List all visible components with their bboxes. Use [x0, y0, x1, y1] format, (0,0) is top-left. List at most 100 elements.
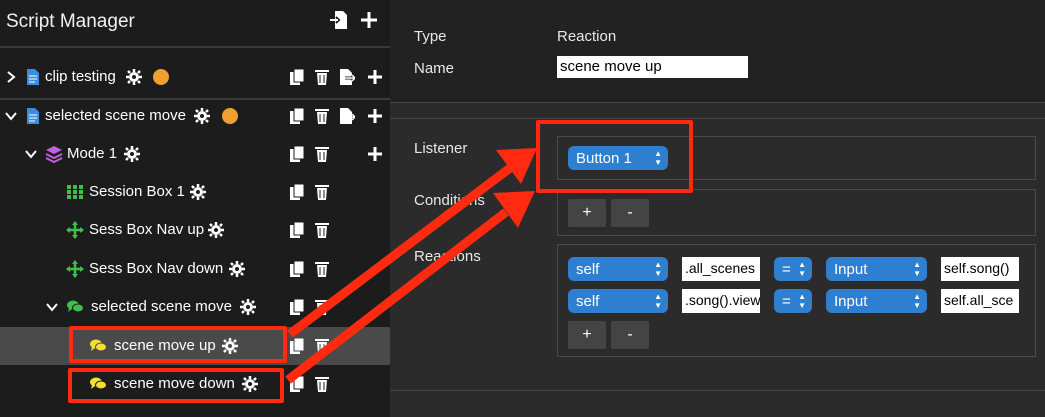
type-value: Reaction	[557, 28, 617, 45]
reaction-attr-input[interactable]: .all_scenes	[682, 257, 760, 281]
select-arrows-icon: ▲ ▼	[913, 260, 921, 278]
select-arrows-icon: ▲ ▼	[798, 292, 806, 310]
file-icon	[27, 108, 39, 124]
select-arrows-icon: ▲ ▼	[798, 260, 806, 278]
gear-icon[interactable]	[229, 261, 245, 277]
reaction-op-select[interactable]: = ▲ ▼	[774, 257, 812, 281]
gear-icon[interactable]	[126, 69, 142, 85]
tree-item-label: Session Box 1	[89, 183, 185, 200]
copy-icon[interactable]	[289, 107, 305, 125]
reaction-target-value: self	[576, 260, 600, 278]
file-icon	[27, 69, 39, 85]
tree-item-label: selected scene move	[45, 107, 186, 124]
chevron-down-icon[interactable]	[24, 147, 38, 161]
tree-item-selected-scene-move[interactable]: selected scene move	[0, 97, 390, 135]
trash-icon[interactable]	[314, 107, 330, 125]
layers-icon	[45, 146, 63, 163]
tree-item-label: clip testing	[45, 68, 116, 85]
trash-icon[interactable]	[314, 68, 330, 86]
sync-icon	[222, 108, 238, 124]
sync-icon	[153, 69, 169, 85]
tree-item-label: selected scene move	[91, 298, 232, 315]
editor-panel: Type Reaction Name scene move up Listene…	[390, 0, 1045, 417]
tree-item-sess-box-nav-down[interactable]: Sess Box Nav down	[0, 250, 390, 288]
add-icon[interactable]	[360, 10, 378, 30]
remove-reaction-button[interactable]: -	[611, 321, 649, 349]
trash-icon[interactable]	[314, 221, 330, 239]
export-icon[interactable]	[339, 107, 355, 125]
reaction-op-value: =	[782, 260, 791, 278]
reaction-target-select[interactable]: self ▲ ▼	[568, 289, 668, 313]
gear-icon[interactable]	[208, 222, 224, 238]
trash-icon[interactable]	[314, 298, 330, 316]
select-arrows-icon: ▲ ▼	[913, 292, 921, 310]
copy-icon[interactable]	[289, 298, 305, 316]
divider	[390, 102, 1045, 103]
annotation-box	[536, 120, 693, 193]
copy-icon[interactable]	[289, 260, 305, 278]
add-icon[interactable]	[367, 107, 383, 125]
add-icon[interactable]	[367, 68, 383, 86]
annotation-box	[68, 368, 284, 403]
tree-item-mode-1[interactable]: Mode 1	[0, 135, 390, 173]
chevron-down-icon[interactable]	[4, 109, 18, 123]
gear-icon[interactable]	[194, 108, 210, 124]
reaction-op-select[interactable]: = ▲ ▼	[774, 289, 812, 313]
reaction-target-value: self	[576, 292, 600, 310]
tree-item-label: Mode 1	[67, 145, 118, 162]
trash-icon[interactable]	[314, 183, 330, 201]
tree-item-selected-scene-move-group[interactable]: selected scene move	[0, 288, 390, 326]
name-label: Name	[414, 60, 455, 77]
reaction-source-value: Input	[834, 292, 868, 310]
panel-title: Script Manager	[6, 11, 135, 32]
name-input[interactable]: scene move up	[557, 56, 748, 78]
conditions-label: Conditions	[414, 192, 485, 209]
divider	[390, 390, 1045, 391]
reaction-value-input[interactable]: self.song()	[941, 257, 1019, 281]
remove-condition-button[interactable]: -	[611, 199, 649, 227]
copy-icon[interactable]	[289, 145, 305, 163]
reaction-attr-input[interactable]: .song().view	[682, 289, 760, 313]
divider	[390, 118, 1045, 119]
gear-icon[interactable]	[124, 146, 140, 162]
trash-icon[interactable]	[314, 337, 330, 355]
chevron-down-icon[interactable]	[45, 300, 59, 314]
reaction-source-select[interactable]: Input ▲ ▼	[826, 289, 927, 313]
tree-item-sess-box-nav-up[interactable]: Sess Box Nav up	[0, 211, 390, 249]
gear-icon[interactable]	[190, 184, 206, 200]
copy-icon[interactable]	[289, 337, 305, 355]
copy-icon[interactable]	[289, 375, 305, 393]
copy-icon[interactable]	[289, 68, 305, 86]
tree-item-session-box-1[interactable]: Session Box 1	[0, 173, 390, 211]
reaction-target-select[interactable]: self ▲ ▼	[568, 257, 668, 281]
divider	[0, 46, 390, 48]
add-icon[interactable]	[367, 145, 383, 163]
reaction-value-input[interactable]: self.all_sce	[941, 289, 1019, 313]
trash-icon[interactable]	[314, 375, 330, 393]
tree-item-label: Sess Box Nav down	[89, 260, 224, 277]
app-root: Script Manager clip testing selected sce…	[0, 0, 1045, 417]
copy-icon[interactable]	[289, 221, 305, 239]
export-icon[interactable]	[339, 68, 355, 86]
trash-icon[interactable]	[314, 145, 330, 163]
reaction-op-value: =	[782, 292, 791, 310]
gear-icon[interactable]	[240, 299, 256, 315]
reaction-source-select[interactable]: Input ▲ ▼	[826, 257, 927, 281]
reactions-label: Reactions	[414, 248, 481, 265]
type-label: Type	[414, 28, 447, 45]
tree-item-clip-testing[interactable]: clip testing	[0, 58, 390, 96]
reaction-source-value: Input	[834, 260, 868, 278]
trash-icon[interactable]	[314, 260, 330, 278]
add-condition-button[interactable]: +	[568, 199, 606, 227]
comments-icon	[67, 300, 84, 313]
import-icon[interactable]	[330, 10, 348, 30]
select-arrows-icon: ▲ ▼	[654, 292, 662, 310]
grid-icon	[67, 185, 83, 199]
select-arrows-icon: ▲ ▼	[654, 260, 662, 278]
listener-label: Listener	[414, 140, 468, 157]
add-reaction-button[interactable]: +	[568, 321, 606, 349]
properties-section: Type Reaction Name scene move up	[390, 0, 1045, 102]
chevron-right-icon[interactable]	[4, 70, 18, 84]
move-icon	[66, 260, 84, 278]
copy-icon[interactable]	[289, 183, 305, 201]
